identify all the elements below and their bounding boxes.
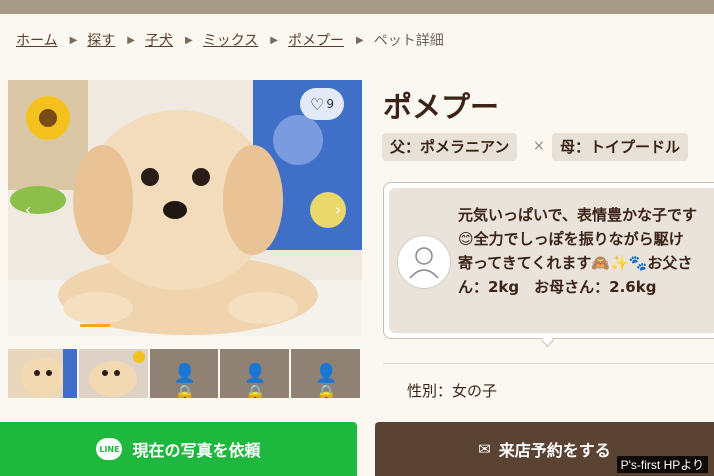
breadcrumb-home[interactable]: ホーム (16, 30, 58, 50)
chevron-right-icon[interactable]: › (328, 200, 348, 219)
store-reservation-label: 来店予約をする (498, 441, 611, 460)
cross-separator: × (533, 138, 545, 154)
thumbnail-strip: 👤🔒 👤🔒 👤🔒 (8, 349, 362, 398)
user-lock-icon: 👤🔒 (315, 363, 338, 398)
person-icon (409, 247, 439, 279)
user-lock-icon: 👤🔒 (244, 363, 267, 398)
chevron-left-icon[interactable]: ‹ (18, 200, 38, 219)
top-bar (0, 0, 714, 14)
pet-name: ポメプー (383, 90, 500, 124)
divider (383, 363, 714, 364)
chevron-right-icon: ▶ (356, 34, 364, 46)
thumbnail-2[interactable] (78, 349, 148, 398)
staff-avatar (397, 235, 451, 289)
breadcrumb: ホーム ▶ 探す ▶ 子犬 ▶ ミックス ▶ ポメプー ▶ ペット詳細 (16, 30, 444, 50)
thumbnail-locked-4: 👤🔒 (220, 349, 290, 398)
envelope-icon: ✉ (478, 440, 491, 458)
heart-icon: ♡ (310, 94, 325, 114)
breadcrumb-pomepoo[interactable]: ポメプー (288, 30, 344, 50)
chevron-right-icon: ▶ (127, 34, 135, 46)
breadcrumb-current: ペット詳細 (373, 33, 444, 49)
father-breed-chip: 父：ポメラニアン (382, 133, 518, 161)
staff-comment: 元気いっぱいで、表情豊かな子です😊全力でしっぽを振りながら駆け寄ってきてくれます… (458, 206, 697, 296)
thumbnail-1[interactable] (8, 349, 77, 398)
line-icon: LINE (96, 438, 123, 460)
favorite-button[interactable]: ♡ 9 (300, 88, 344, 120)
thumbnail-locked-3: 👤🔒 (149, 349, 219, 398)
breadcrumb-search[interactable]: 探す (87, 30, 115, 50)
slide-progress-indicator (80, 324, 110, 327)
image-credit: P's-first HPより (616, 456, 708, 473)
gender-label: 性別：女の子 (407, 382, 498, 400)
chevron-right-icon: ▶ (185, 34, 193, 46)
request-photo-label: 現在の写真を依頼 (132, 441, 261, 460)
thumbnail-locked-5: 👤🔒 (291, 349, 360, 398)
request-photo-button[interactable]: LINE 現在の写真を依頼 (0, 422, 357, 476)
chevron-right-icon: ▶ (270, 34, 278, 46)
chevron-right-icon: ▶ (69, 34, 78, 46)
user-lock-icon: 👤🔒 (173, 363, 197, 398)
breadcrumb-mix[interactable]: ミックス (203, 30, 259, 50)
favorite-count: 9 (326, 97, 334, 111)
breadcrumb-puppy[interactable]: 子犬 (145, 30, 173, 50)
mother-breed-chip: 母：トイプードル (552, 133, 689, 161)
